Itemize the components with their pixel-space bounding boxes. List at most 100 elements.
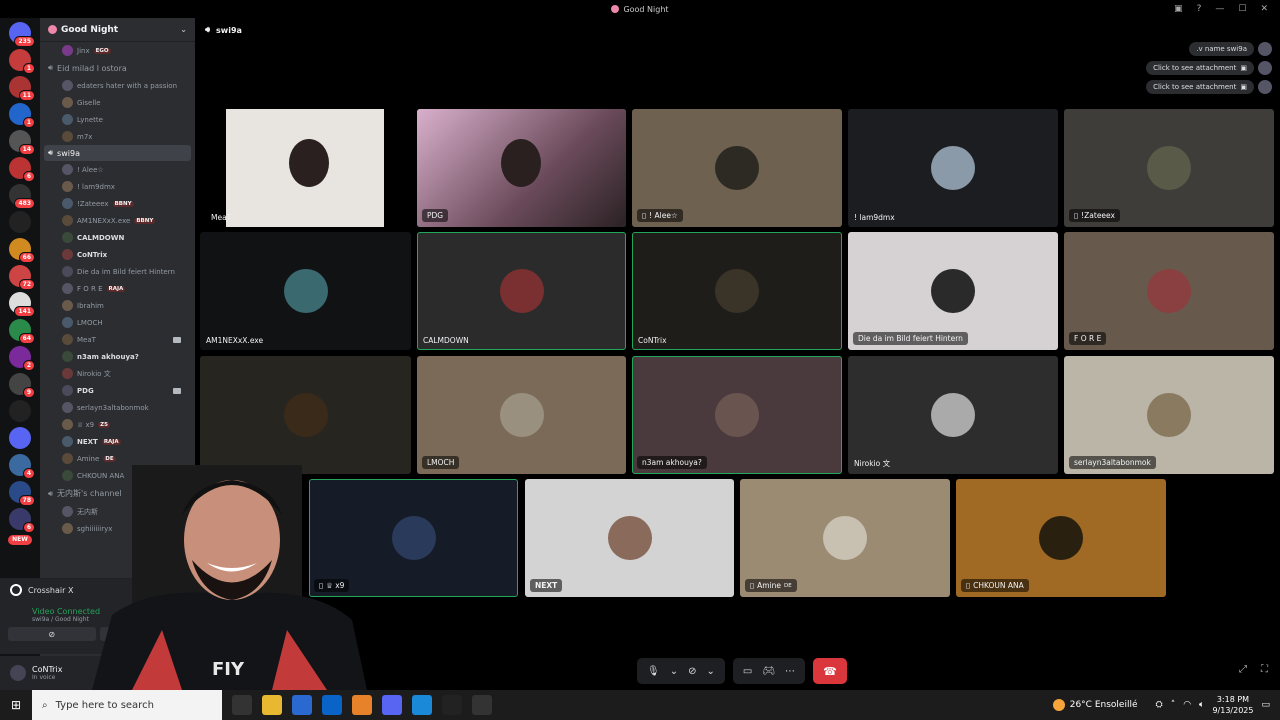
start-button[interactable]: ⊞: [0, 690, 32, 720]
discord-icon[interactable]: [382, 695, 402, 715]
minimize-button[interactable]: —: [1215, 4, 1224, 14]
sidebar-member[interactable]: ♕ x9 Z5: [40, 416, 195, 433]
camera-off-icon[interactable]: ⊘: [688, 666, 696, 677]
sidebar-member[interactable]: !Zateeex BBNY: [40, 195, 195, 212]
sidebar-member[interactable]: n3am akhouya?: [40, 348, 195, 365]
participant-tile[interactable]: CoNTrix: [632, 232, 842, 350]
camera-off-button[interactable]: ⊘: [8, 627, 96, 641]
server-icon-6[interactable]: 483: [9, 184, 35, 209]
help-icon[interactable]: ?: [1197, 4, 1202, 14]
server-icon-5[interactable]: 6: [9, 157, 35, 182]
sidebar-member[interactable]: Ibrahim: [40, 297, 195, 314]
sidebar-member[interactable]: edaters hater with a passion: [40, 77, 195, 94]
voice-channel[interactable]: 🔊︎ Eid milad l ostora: [40, 59, 195, 77]
file-explorer-icon[interactable]: [262, 695, 282, 715]
new-badge[interactable]: NEW: [8, 535, 32, 545]
sidebar-member[interactable]: ! lam9dmx: [40, 178, 195, 195]
server-icon-7[interactable]: [9, 211, 31, 233]
people-icon[interactable]: ⛭: [1155, 700, 1162, 710]
server-icon-11[interactable]: 64: [9, 319, 35, 344]
participant-tile[interactable]: AM1NEXxX.exe: [200, 232, 411, 350]
sidebar-member[interactable]: Die da im Bild feiert Hintern: [40, 263, 195, 280]
participant-tile[interactable]: LMOCH: [417, 356, 626, 474]
fullscreen-icon[interactable]: ⛶: [1261, 664, 1268, 675]
sidebar-member[interactable]: m7x: [40, 128, 195, 145]
sidebar-member[interactable]: CoNTrix: [40, 246, 195, 263]
participant-tile[interactable]: n3am akhouya?: [632, 356, 842, 474]
participant-tile[interactable]: PDG: [417, 109, 626, 227]
sidebar-member[interactable]: PDG: [40, 382, 195, 399]
edge-icon[interactable]: [412, 695, 432, 715]
guild-header[interactable]: Good Night ⌄: [40, 18, 195, 42]
server-icon-1[interactable]: 1: [9, 49, 35, 74]
participant-tile[interactable]: NEXT: [525, 479, 734, 597]
chat-message[interactable]: Click to see attachment ▣: [1146, 80, 1272, 94]
avatar[interactable]: [10, 665, 26, 681]
participant-tile[interactable]: serlayn3altabonmok: [1064, 356, 1274, 474]
obs-icon[interactable]: [472, 695, 492, 715]
volume-icon[interactable]: 🔈︎: [1199, 700, 1204, 710]
server-icon-12[interactable]: 2: [9, 346, 35, 371]
voice-status[interactable]: Video Connected: [32, 607, 100, 616]
participant-tile[interactable]: ! lam9dmx: [848, 109, 1058, 227]
sidebar-member[interactable]: Nirokio 文: [40, 365, 195, 382]
participant-tile[interactable]: Nirokio 文: [848, 356, 1058, 474]
participant-tile[interactable]: F O R E: [1064, 232, 1274, 350]
participant-tile[interactable]: ▯ CHKOUN ANA: [956, 479, 1166, 597]
taskbar-search[interactable]: ⌕ Type here to search: [32, 690, 222, 720]
popout-icon[interactable]: ⤢: [1239, 664, 1247, 675]
server-icon-14[interactable]: [9, 400, 31, 422]
sidebar-member[interactable]: MeaT: [40, 331, 195, 348]
participant-tile[interactable]: ▯! Alee☆: [632, 109, 842, 227]
server-icon-16[interactable]: 4: [9, 454, 35, 479]
screen-share-icon[interactable]: ▭: [743, 666, 752, 677]
chevron-up-icon[interactable]: ˄: [1171, 700, 1176, 710]
server-icon-3[interactable]: 1: [9, 103, 35, 128]
wifi-icon[interactable]: ◠: [1183, 700, 1191, 710]
app-a-icon[interactable]: [352, 695, 372, 715]
server-icon-13[interactable]: 9: [9, 373, 35, 398]
sidebar-member[interactable]: Giselle: [40, 94, 195, 111]
participant-tile[interactable]: MeaT: [205, 109, 405, 227]
maximize-button[interactable]: ☐: [1238, 4, 1246, 14]
microphone-icon[interactable]: 🎙︎: [647, 666, 660, 677]
sidebar-member[interactable]: ! Alee☆: [40, 161, 195, 178]
participant-tile[interactable]: Die da im Bild feiert Hintern: [848, 232, 1058, 350]
server-icon-18[interactable]: 6: [9, 508, 35, 533]
task-view-icon[interactable]: [232, 695, 252, 715]
sidebar-member[interactable]: LMOCH: [40, 314, 195, 331]
server-icon-0[interactable]: 235: [9, 22, 35, 47]
sidebar-member[interactable]: CALMDOWN: [40, 229, 195, 246]
participant-tile[interactable]: ▯ !Zateeex: [1064, 109, 1274, 227]
store-icon[interactable]: [292, 695, 312, 715]
activity-icon[interactable]: 🎮︎: [762, 666, 775, 677]
disconnect-button[interactable]: ☎: [813, 658, 848, 684]
inbox-icon[interactable]: ▣: [1174, 4, 1183, 14]
server-icon-9[interactable]: 72: [9, 265, 35, 290]
server-icon-10[interactable]: 141: [9, 292, 35, 317]
server-icon-17[interactable]: 78: [9, 481, 35, 506]
more-icon[interactable]: ⋯: [785, 666, 795, 677]
app-b-icon[interactable]: [442, 695, 462, 715]
chat-message[interactable]: Click to see attachment ▣: [1146, 61, 1272, 75]
sidebar-member[interactable]: Lynette: [40, 111, 195, 128]
participant-tile[interactable]: CALMDOWN: [417, 232, 626, 350]
sidebar-member[interactable]: Jinx EGO: [40, 42, 195, 59]
clock[interactable]: 3:18 PM 9/13/2025: [1212, 694, 1253, 716]
chevron-down-icon[interactable]: ⌄: [670, 666, 678, 677]
server-icon-15[interactable]: [9, 427, 31, 449]
chevron-down-icon[interactable]: ⌄: [180, 25, 187, 34]
sidebar-member[interactable]: AM1NEXxX.exe BBNY: [40, 212, 195, 229]
weather-widget[interactable]: 26°C Ensoleillé: [1052, 699, 1137, 711]
voice-channel[interactable]: 🔊︎ swi9a: [44, 145, 191, 161]
participant-tile[interactable]: ▯ Amine DE: [740, 479, 950, 597]
chat-message[interactable]: .v name swi9a: [1189, 42, 1272, 56]
sidebar-member[interactable]: serlayn3altabonmok: [40, 399, 195, 416]
chevron-down-icon[interactable]: ⌄: [706, 666, 714, 677]
server-icon-2[interactable]: 11: [9, 76, 35, 101]
notifications-icon[interactable]: ▭: [1261, 700, 1270, 710]
outlook-icon[interactable]: [322, 695, 342, 715]
close-button[interactable]: ✕: [1260, 4, 1268, 14]
server-icon-8[interactable]: 66: [9, 238, 35, 263]
server-icon-4[interactable]: 14: [9, 130, 35, 155]
